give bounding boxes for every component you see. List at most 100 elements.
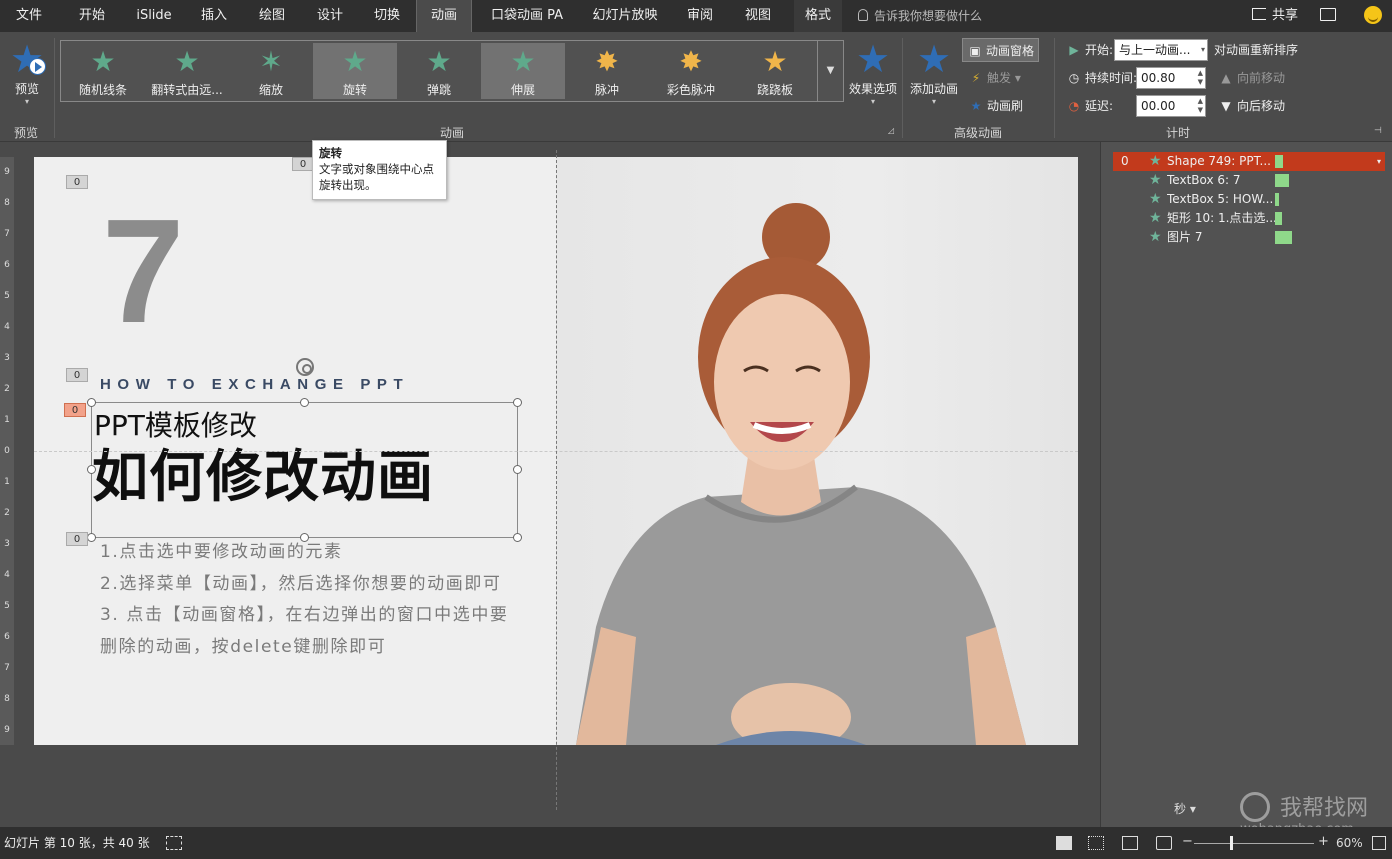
add-animation-button[interactable]: ★ 添加动画 ▾ xyxy=(906,38,962,107)
animation-order-tag[interactable]: 0 xyxy=(66,175,88,189)
animation-order-tag[interactable]: 0 xyxy=(292,157,314,171)
timeline-bar[interactable] xyxy=(1275,212,1282,225)
delay-input[interactable]: 00.00 ▲ ▼ xyxy=(1136,95,1206,117)
duration-value: 00.80 xyxy=(1141,71,1176,85)
ruler-number: 2 xyxy=(4,508,10,518)
duration-input[interactable]: 00.80 ▲ ▼ xyxy=(1136,67,1206,89)
star-icon: ✸ xyxy=(595,45,619,78)
animation-painter-button[interactable]: ★ 动画刷 xyxy=(968,94,1023,118)
resize-handle[interactable] xyxy=(87,533,96,542)
tab-review[interactable]: 审阅 xyxy=(676,0,724,32)
chevron-down-icon[interactable]: ▾ xyxy=(1377,152,1381,171)
timeline-bar[interactable] xyxy=(1275,174,1289,187)
gallery-item-pulse[interactable]: ✸ 脉冲 xyxy=(565,43,649,99)
normal-view-icon[interactable] xyxy=(1056,836,1072,850)
star-icon: ★ xyxy=(1149,210,1162,226)
gallery-item-color-pulse[interactable]: ✸ 彩色脉冲 xyxy=(649,43,733,99)
ruler-number: 7 xyxy=(4,663,10,673)
timeline-bar[interactable] xyxy=(1275,231,1292,244)
tab-file[interactable]: 文件 xyxy=(6,0,52,32)
animation-pane-item[interactable]: ★ 图片 7 xyxy=(1113,228,1385,247)
animation-pane-button[interactable]: ▣ 动画窗格 xyxy=(962,38,1040,62)
selection-box[interactable] xyxy=(91,402,518,538)
animation-pane-item[interactable]: ★ TextBox 5: HOW... xyxy=(1113,190,1385,209)
dialog-launcher-icon[interactable]: ◿ xyxy=(888,126,894,135)
gallery-item-teeter[interactable]: ★ 跷跷板 xyxy=(733,43,817,99)
preview-button[interactable]: ★ 预览 ▾ xyxy=(4,38,50,116)
fit-to-window-icon[interactable] xyxy=(1372,836,1386,850)
share-button[interactable]: 共享 xyxy=(1252,0,1298,32)
tab-transitions[interactable]: 切换 xyxy=(362,0,412,32)
reading-view-icon[interactable] xyxy=(1122,836,1138,850)
star-icon: ★ xyxy=(174,45,200,78)
tab-insert[interactable]: 插入 xyxy=(188,0,240,32)
timeline-bar[interactable] xyxy=(1275,193,1279,206)
resize-handle[interactable] xyxy=(513,398,522,407)
ruler-number: 6 xyxy=(4,260,10,270)
gallery-item-label: 伸展 xyxy=(510,83,535,97)
ruler-number: 6 xyxy=(4,632,10,642)
ruler-number: 9 xyxy=(4,725,10,735)
spinner-icon[interactable]: ▲ ▼ xyxy=(1198,69,1203,87)
move-later-button[interactable]: ▼ 向后移动 xyxy=(1218,94,1285,118)
star-icon: ★ xyxy=(90,45,116,78)
timeline-bar[interactable] xyxy=(1275,155,1283,168)
tab-view[interactable]: 视图 xyxy=(734,0,782,32)
slide-steps[interactable]: 1.点击选中要修改动画的元素 2.选择菜单【动画】，然后选择你想要的动画即可 3… xyxy=(100,537,520,663)
star-icon: ★ xyxy=(1149,153,1162,169)
slide-number-text[interactable]: 7 xyxy=(102,197,184,347)
slide-subtitle[interactable]: HOW TO EXCHANGE PPT xyxy=(100,376,409,393)
trigger-button[interactable]: ⚡ 触发 ▾ xyxy=(968,66,1021,90)
gallery-more-button[interactable]: ▼ xyxy=(817,41,843,101)
tab-draw[interactable]: 绘图 xyxy=(246,0,298,32)
gallery-item-random-bars[interactable]: ★ 随机线条 xyxy=(61,43,145,99)
slide-sorter-icon[interactable] xyxy=(1088,836,1104,850)
tab-islide[interactable]: iSlide xyxy=(126,0,182,32)
slideshow-icon[interactable] xyxy=(1156,836,1172,850)
add-animation-label: 添加动画 xyxy=(909,82,958,96)
animation-order-tag[interactable]: 0 xyxy=(66,368,88,382)
animation-pane-item[interactable]: ★ TextBox 6: 7 xyxy=(1113,171,1385,190)
seconds-dropdown[interactable]: 秒 ▾ xyxy=(1174,800,1196,817)
preview-label: 预览 xyxy=(14,82,39,96)
tab-format[interactable]: 格式 xyxy=(794,0,842,32)
animation-pane-item[interactable]: ★ 矩形 10: 1.点击选... xyxy=(1113,209,1385,228)
tab-animations[interactable]: 动画 xyxy=(416,0,472,32)
tab-design[interactable]: 设计 xyxy=(304,0,356,32)
start-select[interactable]: 与上一动画... ▾ xyxy=(1114,39,1208,61)
tab-slideshow[interactable]: 幻灯片放映 xyxy=(584,0,666,32)
move-earlier-button[interactable]: ▲ 向前移动 xyxy=(1218,66,1285,90)
gallery-item-flip[interactable]: ★ 翻转式由远... xyxy=(145,43,229,99)
effect-options-button[interactable]: ★ 效果选项 ▾ xyxy=(846,38,900,107)
tell-me-search[interactable]: 告诉我你想要做什么 xyxy=(858,0,982,32)
gallery-item-spin[interactable]: ★ 旋转 xyxy=(313,43,397,99)
spinner-icon[interactable]: ▲ ▼ xyxy=(1198,97,1203,115)
vertical-guide[interactable] xyxy=(556,150,557,810)
gallery-item-stretch[interactable]: ★ 伸展 xyxy=(481,43,565,99)
collapse-ribbon-icon[interactable]: ⊣ xyxy=(1374,126,1382,136)
animation-order-tag[interactable]: 0 xyxy=(66,532,88,546)
zoom-level[interactable]: 60% xyxy=(1336,827,1363,859)
tab-home[interactable]: 开始 xyxy=(66,0,118,32)
spelling-check-icon[interactable] xyxy=(166,836,182,850)
chevron-down-icon: ▾ xyxy=(870,97,875,106)
gallery-item-label: 随机线条 xyxy=(78,83,127,97)
gallery-item-zoom[interactable]: ✶ 缩放 xyxy=(229,43,313,99)
resize-handle[interactable] xyxy=(87,398,96,407)
smiley-feedback-icon[interactable] xyxy=(1364,6,1382,24)
zoom-slider[interactable] xyxy=(1194,843,1314,844)
animation-pane-item[interactable]: 0 ★ Shape 749: PPT... ▾ xyxy=(1113,152,1385,171)
tab-pocket-animation[interactable]: 口袋动画 PA xyxy=(484,0,570,32)
gallery-item-bounce[interactable]: ★ 弹跳 xyxy=(397,43,481,99)
zoom-out-icon[interactable]: − xyxy=(1182,834,1193,849)
zoom-in-icon[interactable]: + xyxy=(1318,834,1329,849)
zoom-slider-thumb[interactable] xyxy=(1230,836,1233,850)
menu-tab-bar: 文件 开始 iSlide 插入 绘图 设计 切换 动画 口袋动画 PA 幻灯片放… xyxy=(0,0,1392,32)
resize-handle[interactable] xyxy=(513,465,522,474)
comment-icon[interactable] xyxy=(1320,8,1336,21)
rotate-handle-icon[interactable] xyxy=(296,358,314,376)
resize-handle[interactable] xyxy=(300,398,309,407)
resize-handle[interactable] xyxy=(87,465,96,474)
animation-order-tag-active[interactable]: 0 xyxy=(64,403,86,417)
item-order: 0 xyxy=(1121,154,1129,168)
